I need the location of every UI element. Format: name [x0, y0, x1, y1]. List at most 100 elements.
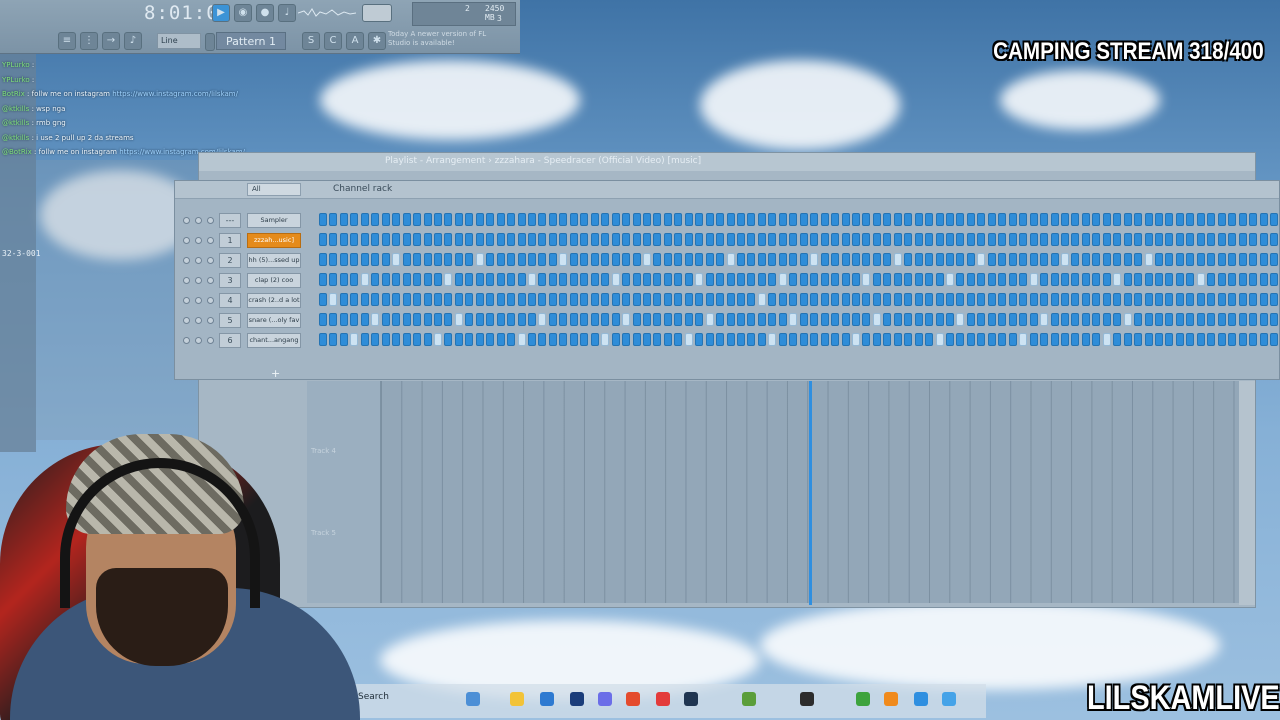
step-button[interactable] — [1238, 293, 1247, 306]
step-button[interactable] — [893, 333, 902, 346]
step-button[interactable] — [1008, 273, 1017, 286]
channel-pan-knob[interactable] — [195, 277, 202, 284]
step-button[interactable] — [925, 333, 934, 346]
step-button[interactable] — [872, 333, 881, 346]
step-button[interactable] — [538, 233, 547, 246]
step-button[interactable] — [601, 313, 610, 326]
step-button[interactable] — [998, 233, 1007, 246]
step-button[interactable] — [914, 293, 923, 306]
step-button[interactable] — [1217, 333, 1226, 346]
step-button[interactable] — [851, 253, 860, 266]
step-button[interactable] — [904, 233, 913, 246]
step-button[interactable] — [747, 233, 756, 246]
step-button[interactable] — [1071, 253, 1080, 266]
step-button[interactable] — [1040, 293, 1049, 306]
step-button[interactable] — [1071, 313, 1080, 326]
step-button[interactable] — [841, 213, 850, 226]
step-button[interactable] — [757, 213, 766, 226]
step-button[interactable] — [747, 273, 756, 286]
step-button[interactable] — [778, 293, 787, 306]
step-button[interactable] — [486, 233, 495, 246]
step-button[interactable] — [1207, 313, 1216, 326]
step-button[interactable] — [350, 293, 359, 306]
channel-mute-led[interactable] — [183, 317, 190, 324]
step-button[interactable] — [1238, 313, 1247, 326]
step-button[interactable] — [538, 313, 547, 326]
step-button[interactable] — [1196, 253, 1205, 266]
step-button[interactable] — [350, 333, 359, 346]
step-button[interactable] — [507, 233, 516, 246]
step-button[interactable] — [914, 213, 923, 226]
step-button[interactable] — [402, 253, 411, 266]
step-button[interactable] — [925, 233, 934, 246]
step-button[interactable] — [757, 273, 766, 286]
step-button[interactable] — [956, 333, 965, 346]
step-button[interactable] — [1019, 213, 1028, 226]
step-button[interactable] — [705, 333, 714, 346]
step-button[interactable] — [465, 313, 474, 326]
step-button[interactable] — [883, 213, 892, 226]
step-button[interactable] — [413, 233, 422, 246]
step-button[interactable] — [851, 333, 860, 346]
step-button[interactable] — [841, 233, 850, 246]
step-button[interactable] — [674, 253, 683, 266]
step-button[interactable] — [590, 293, 599, 306]
step-button[interactable] — [872, 293, 881, 306]
channel-name-button[interactable]: clap (2) coo — [247, 273, 301, 288]
step-button[interactable] — [569, 313, 578, 326]
step-button[interactable] — [1259, 333, 1268, 346]
step-button[interactable] — [402, 313, 411, 326]
step-button[interactable] — [1269, 293, 1278, 306]
pattern-selector[interactable]: Pattern 1 — [216, 32, 286, 50]
step-button[interactable] — [935, 233, 944, 246]
step-button[interactable] — [851, 273, 860, 286]
step-button[interactable] — [820, 253, 829, 266]
step-button[interactable] — [789, 233, 798, 246]
step-button[interactable] — [1196, 273, 1205, 286]
step-button[interactable] — [507, 313, 516, 326]
channel-name-button[interactable]: hh (5)...ssed up — [247, 253, 301, 268]
step-button[interactable] — [904, 313, 913, 326]
step-button[interactable] — [444, 293, 453, 306]
fl-studio-icon[interactable] — [884, 692, 898, 706]
step-button[interactable] — [433, 313, 442, 326]
channel-mixer-track[interactable]: 1 — [219, 233, 241, 248]
step-button[interactable] — [1029, 273, 1038, 286]
step-button[interactable] — [893, 213, 902, 226]
step-button[interactable] — [486, 273, 495, 286]
step-button[interactable] — [413, 293, 422, 306]
step-button[interactable] — [465, 333, 474, 346]
step-button[interactable] — [716, 313, 725, 326]
channel-volume-knob[interactable] — [207, 277, 214, 284]
step-button[interactable] — [841, 253, 850, 266]
step-button[interactable] — [757, 253, 766, 266]
step-button[interactable] — [716, 293, 725, 306]
step-button[interactable] — [1029, 333, 1038, 346]
step-button[interactable] — [747, 313, 756, 326]
step-button[interactable] — [768, 333, 777, 346]
step-button[interactable] — [831, 213, 840, 226]
step-button[interactable] — [339, 233, 348, 246]
step-button[interactable] — [663, 253, 672, 266]
channel-mixer-track[interactable]: 3 — [219, 273, 241, 288]
step-button[interactable] — [423, 293, 432, 306]
step-button[interactable] — [1186, 213, 1195, 226]
step-button[interactable] — [820, 233, 829, 246]
add-channel-button[interactable]: + — [271, 367, 280, 380]
step-button[interactable] — [935, 273, 944, 286]
channel-row[interactable]: 3 clap (2) coo — [175, 272, 1280, 290]
channel-name-button[interactable]: Sampler — [247, 213, 301, 228]
step-button[interactable] — [1102, 273, 1111, 286]
step-button[interactable] — [381, 313, 390, 326]
step-button[interactable] — [339, 213, 348, 226]
step-button[interactable] — [1102, 213, 1111, 226]
step-button[interactable] — [789, 273, 798, 286]
step-button[interactable] — [1060, 253, 1069, 266]
step-button[interactable] — [339, 313, 348, 326]
step-button[interactable] — [1144, 233, 1153, 246]
step-button[interactable] — [726, 233, 735, 246]
step-button[interactable] — [1249, 233, 1258, 246]
step-button[interactable] — [1259, 253, 1268, 266]
step-button[interactable] — [423, 273, 432, 286]
step-button[interactable] — [768, 253, 777, 266]
